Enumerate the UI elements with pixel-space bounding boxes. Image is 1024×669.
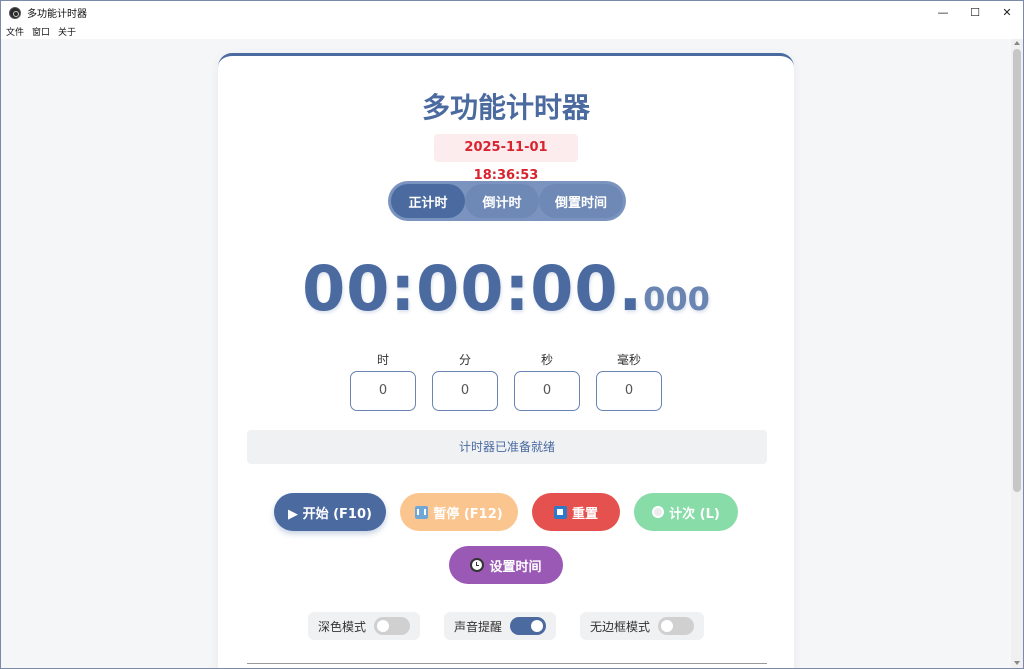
seconds-group: 秒 0	[514, 351, 580, 411]
sound-switch[interactable]	[510, 617, 547, 635]
stop-icon	[553, 505, 567, 519]
content-area: 多功能计时器 2025-11-01 18:36:53 正计时 倒计时 倒置时间 …	[1, 39, 1011, 668]
set-time-button-label: 设置时间	[489, 559, 542, 575]
pause-button[interactable]: 暂停 (F12)	[400, 493, 518, 531]
tab-countdown[interactable]: 倒计时	[465, 184, 539, 218]
menu-file[interactable]: 文件	[6, 25, 24, 38]
borderless-label: 无边框模式	[590, 619, 651, 634]
borderless-switch[interactable]	[658, 617, 695, 635]
seconds-label: 秒	[540, 353, 553, 367]
scroll-up-icon[interactable]	[1014, 41, 1020, 45]
set-time-button[interactable]: 设置时间	[449, 546, 563, 584]
sound-toggle-item: 声音提醒	[444, 612, 557, 640]
title-bar: 多功能计时器 — ☐ ✕	[1, 1, 1023, 24]
start-button[interactable]: ▶ 开始 (F10)	[274, 493, 386, 531]
tab-count-up[interactable]: 正计时	[391, 184, 465, 218]
status-message: 计时器已准备就绪	[247, 430, 767, 464]
menu-bar: 文件 窗口 关于	[1, 24, 1023, 39]
minimize-button[interactable]: —	[927, 1, 959, 24]
menu-window[interactable]: 窗口	[32, 25, 50, 38]
seconds-input[interactable]: 0	[514, 371, 580, 411]
hours-group: 时 0	[350, 351, 416, 411]
tab-reverse-time[interactable]: 倒置时间	[539, 184, 623, 218]
sound-label: 声音提醒	[454, 619, 503, 634]
milliseconds-group: 毫秒 0	[596, 351, 662, 411]
reset-button[interactable]: 重置	[532, 493, 620, 531]
mode-tabs: 正计时 倒计时 倒置时间	[388, 181, 626, 221]
window-title: 多功能计时器	[27, 9, 87, 20]
current-datetime: 2025-11-01 18:36:53	[434, 134, 578, 183]
scroll-thumb[interactable]	[1013, 49, 1021, 492]
lap-button[interactable]: 计次 (L)	[634, 493, 738, 531]
dark-mode-toggle-item: 深色模式	[308, 612, 421, 640]
app-icon	[9, 6, 21, 19]
minutes-group: 分 0	[432, 351, 498, 411]
reset-button-label: 重置	[571, 506, 598, 522]
lap-button-label: 计次 (L)	[669, 506, 720, 522]
pause-button-label: 暂停 (F12)	[433, 506, 503, 522]
vertical-scrollbar[interactable]	[1011, 39, 1023, 668]
pause-icon	[415, 505, 429, 519]
window-controls: — ☐ ✕	[927, 1, 1023, 24]
hours-label: 时	[376, 353, 389, 367]
timer-card: 多功能计时器 2025-11-01 18:36:53 正计时 倒计时 倒置时间 …	[218, 53, 794, 668]
hours-input[interactable]: 0	[350, 371, 416, 411]
minutes-input[interactable]: 0	[432, 371, 498, 411]
maximize-button[interactable]: ☐	[959, 1, 991, 24]
milliseconds-input[interactable]: 0	[596, 371, 662, 411]
timer-display: 00:00:00.000	[218, 252, 794, 325]
timer-milliseconds: 000	[643, 280, 710, 318]
dark-mode-switch[interactable]	[374, 617, 411, 635]
settings-toggles: 深色模式 声音提醒 无边框模式	[308, 612, 708, 640]
close-button[interactable]: ✕	[991, 1, 1023, 24]
stopwatch-icon	[652, 506, 665, 518]
timer-main: 00:00:00.	[302, 252, 644, 325]
minutes-label: 分	[458, 353, 471, 367]
clock-icon	[470, 558, 485, 572]
menu-about[interactable]: 关于	[58, 25, 76, 38]
page-title: 多功能计时器	[421, 91, 590, 124]
divider	[247, 663, 767, 664]
scroll-down-icon[interactable]	[1014, 661, 1020, 665]
time-inputs: 时 0 分 0 秒 0 毫秒 0	[350, 351, 662, 413]
milliseconds-label: 毫秒	[616, 353, 641, 367]
app-window: 多功能计时器 — ☐ ✕ 文件 窗口 关于 多功能计时器 2025-11-01 …	[0, 0, 1024, 669]
borderless-toggle-item: 无边框模式	[580, 612, 705, 640]
start-button-label: ▶ 开始 (F10)	[288, 506, 372, 522]
dark-mode-label: 深色模式	[318, 619, 367, 634]
